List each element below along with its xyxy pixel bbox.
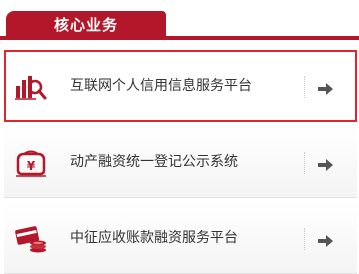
service-item-movable-property-registry[interactable]: ¥ 动产融资统一登记公示系统	[4, 126, 357, 198]
service-label: 中征应收账款融资服务平台	[70, 230, 238, 246]
service-item-receivables-financing[interactable]: 中征应收账款融资服务平台	[4, 202, 357, 274]
svg-text:¥: ¥	[27, 159, 36, 173]
section-tab-bar: 核心业务	[0, 0, 359, 40]
service-label: 互联网个人信用信息服务平台	[70, 78, 252, 94]
tab-underline	[0, 36, 359, 40]
yuan-registry-icon: ¥	[14, 148, 48, 178]
service-item-personal-credit[interactable]: 互联网个人信用信息服务平台	[4, 50, 357, 122]
card-coins-icon	[14, 224, 48, 254]
divider	[304, 152, 306, 174]
credit-report-magnifier-icon	[14, 72, 48, 102]
arrow-right-icon[interactable]	[318, 156, 334, 171]
arrow-right-icon[interactable]	[318, 80, 334, 95]
divider	[304, 76, 306, 98]
arrow-right-icon[interactable]	[318, 232, 334, 247]
service-label: 动产融资统一登记公示系统	[70, 154, 238, 170]
divider	[304, 228, 306, 250]
